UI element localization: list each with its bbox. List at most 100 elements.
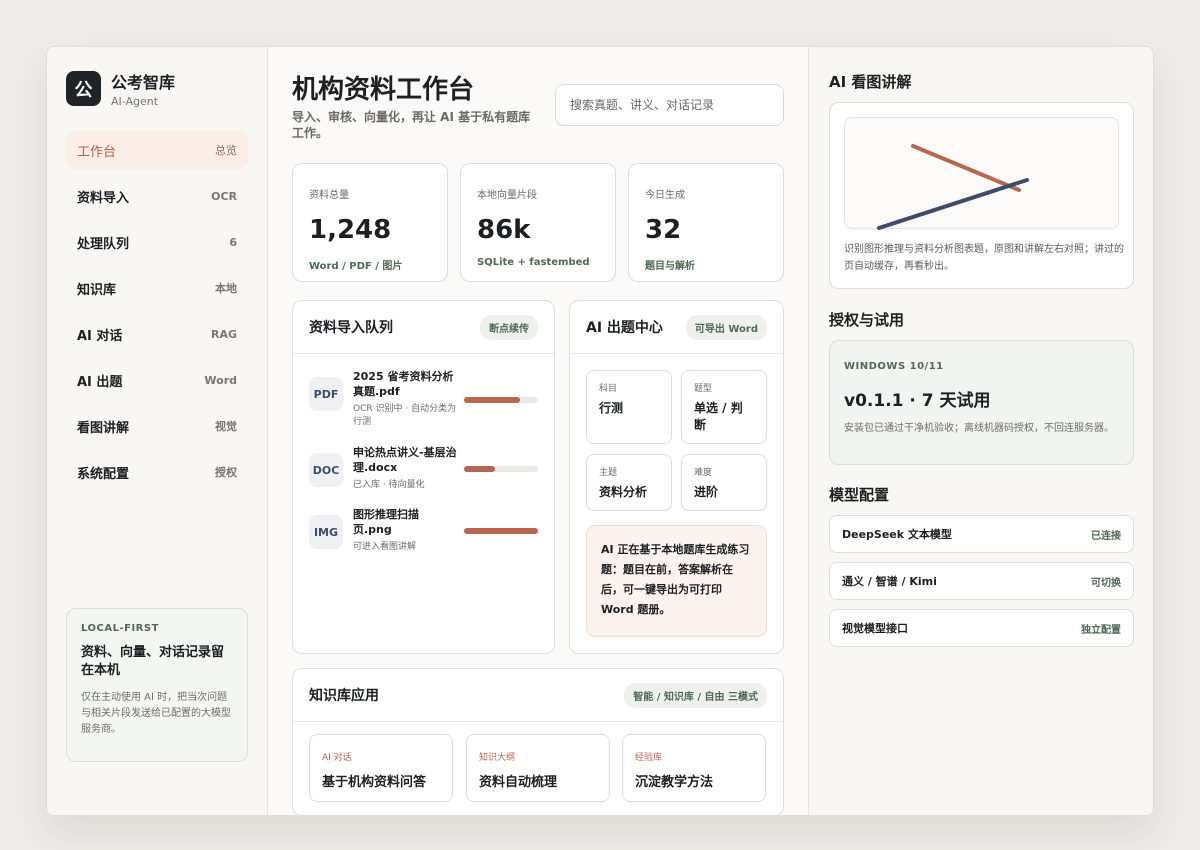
queue-progress-fill <box>464 528 538 534</box>
sidebar-item-tag: 本地 <box>215 282 237 295</box>
stat-card-total: 资料总量 1,248 Word / PDF / 图片 <box>292 163 448 282</box>
queue-item-status: 可进入看图讲解 <box>353 542 417 552</box>
brand-name: 公考智库 <box>111 73 176 92</box>
kb-card-tag: AI 对话 <box>322 753 352 763</box>
local-first-title: 资料、向量、对话记录留在本机 <box>81 645 225 678</box>
image-file-icon: IMG <box>309 515 343 549</box>
license-card: WINDOWS 10/11 v0.1.1 · 7 天试用 安装包已通过干净机验收… <box>829 340 1134 465</box>
vision-card[interactable]: 识别图形推理与资料分析图表题，原图和讲解左右对照；讲过的页自动缓存，再看秒出。 <box>829 102 1134 289</box>
queue-item[interactable]: DOC 申论热点讲义-基层治理.docx 已入库 · 待向量化 <box>309 445 457 492</box>
field-value: 进阶 <box>694 485 719 499</box>
import-queue-panel: 资料导入队列 断点续传 PDF 2025 省考资料分析真题.pdf OCR 识别… <box>292 300 555 654</box>
sidebar-nav: 工作台 总览 资料导入 OCR 处理队列 6 知识库 本地 AI 对话 RAG … <box>66 131 248 499</box>
queue-item-name: 申论热点讲义-基层治理.docx <box>353 446 457 474</box>
kb-card-tag: 经验库 <box>635 753 663 763</box>
kb-card-tag: 知识大纲 <box>479 753 516 763</box>
sidebar-item-label: AI 出题 <box>77 374 123 390</box>
field-label: 题型 <box>694 384 713 394</box>
model-status: 独立配置 <box>1081 624 1121 636</box>
license-eyebrow: WINDOWS 10/11 <box>844 361 944 372</box>
kb-card-experience[interactable]: 经验库 沉淀教学方法 <box>622 734 766 802</box>
kb-card-outline[interactable]: 知识大纲 资料自动梳理 <box>466 734 610 802</box>
queue-progress-bar <box>464 397 538 403</box>
sidebar-item-label: 系统配置 <box>77 466 130 482</box>
stat-value: 32 <box>645 215 682 245</box>
panel-title: 知识库应用 <box>309 688 379 704</box>
sidebar-item-tag: 6 <box>229 235 237 249</box>
sidebar-item-settings[interactable]: 系统配置 授权 <box>66 453 248 491</box>
sidebar-item-chat[interactable]: AI 对话 RAG <box>66 315 248 353</box>
model-row-tongyi[interactable]: 通义 / 智谱 / Kimi 可切换 <box>829 562 1134 600</box>
kb-card-chat[interactable]: AI 对话 基于机构资料问答 <box>309 734 453 802</box>
queue-item[interactable]: IMG 图形推理扫描页.png 可进入看图讲解 <box>309 507 457 554</box>
sidebar-item-question-gen[interactable]: AI 出题 Word <box>66 361 248 399</box>
difficulty-field[interactable]: 难度 进阶 <box>681 454 767 511</box>
model-row-deepseek[interactable]: DeepSeek 文本模型 已连接 <box>829 515 1134 553</box>
mode-badge: 智能 / 知识库 / 自由 三模式 <box>624 682 767 708</box>
kb-card-title: 基于机构资料问答 <box>322 775 427 790</box>
sidebar-item-queue[interactable]: 处理队列 6 <box>66 223 248 261</box>
stat-label: 资料总量 <box>309 190 349 201</box>
model-status: 可切换 <box>1091 577 1121 589</box>
stat-sub: SQLite + fastembed <box>477 257 590 268</box>
main-content: 机构资料工作台 导入、审核、向量化，再让 AI 基于私有题库工作。 资料总量 1… <box>268 47 809 815</box>
models-title: 模型配置 <box>829 486 890 504</box>
kb-card-title: 沉淀教学方法 <box>635 775 714 790</box>
page-title: 机构资料工作台 <box>292 75 475 105</box>
panel-title: 资料导入队列 <box>309 320 393 336</box>
field-value: 行测 <box>599 401 624 415</box>
search-input[interactable] <box>555 84 784 126</box>
question-type-field[interactable]: 题型 单选 / 判断 <box>681 370 767 444</box>
kb-card-title: 资料自动梳理 <box>479 775 558 790</box>
stat-sub: Word / PDF / 图片 <box>309 261 403 272</box>
stat-sub: 题目与解析 <box>645 261 695 272</box>
sidebar-item-tag: 授权 <box>215 466 237 479</box>
sidebar-item-knowledge[interactable]: 知识库 本地 <box>66 269 248 307</box>
sidebar-item-vision[interactable]: 看图讲解 视觉 <box>66 407 248 445</box>
panel-title: AI 出题中心 <box>586 320 663 336</box>
local-first-desc: 仅在主动使用 AI 时，把当次问题与相关片段发送给已配置的大模型服务商。 <box>81 692 231 735</box>
field-value: 资料分析 <box>599 485 648 499</box>
graph-preview-icon <box>877 144 1029 230</box>
brand: 公 公考智库 AI-Agent <box>66 69 175 108</box>
sidebar-item-tag: 视觉 <box>215 420 237 433</box>
queue-item-name: 2025 省考资料分析真题.pdf <box>353 370 454 398</box>
vision-title: AI 看图讲解 <box>829 73 912 91</box>
topic-field[interactable]: 主题 资料分析 <box>586 454 672 511</box>
sidebar: 公 公考智库 AI-Agent 工作台 总览 资料导入 OCR 处理队列 6 知… <box>47 47 268 815</box>
queue-item-status: OCR 识别中 · 自动分类为行测 <box>353 404 457 427</box>
queue-item[interactable]: PDF 2025 省考资料分析真题.pdf OCR 识别中 · 自动分类为行测 <box>309 369 457 429</box>
sidebar-item-tag: 总览 <box>215 144 237 157</box>
license-desc: 安装包已通过干净机验收；离线机器码授权，不回连服务器。 <box>844 423 1114 434</box>
right-panel: AI 看图讲解 识别图形推理与资料分析图表题，原图和讲解左右对照；讲过的页自动缓… <box>809 47 1153 815</box>
local-first-card: LOCAL-FIRST 资料、向量、对话记录留在本机 仅在主动使用 AI 时，把… <box>66 608 248 762</box>
question-gen-panel: AI 出题中心 可导出 Word 科目 行测 题型 单选 / 判断 主题 资料分… <box>569 300 784 654</box>
sidebar-item-label: 资料导入 <box>77 190 130 206</box>
field-label: 难度 <box>694 468 713 478</box>
queue-progress-fill <box>464 397 520 403</box>
queue-progress-fill <box>464 466 496 472</box>
model-row-vision[interactable]: 视觉模型接口 独立配置 <box>829 609 1134 647</box>
page-subtitle: 导入、审核、向量化，再让 AI 基于私有题库工作。 <box>292 110 531 140</box>
sidebar-item-label: 知识库 <box>77 282 117 298</box>
sidebar-item-import[interactable]: 资料导入 OCR <box>66 177 248 215</box>
sidebar-item-workbench[interactable]: 工作台 总览 <box>66 131 248 169</box>
stat-value: 86k <box>477 215 531 245</box>
sidebar-item-label: 处理队列 <box>77 236 130 252</box>
vision-desc: 识别图形推理与资料分析图表题，原图和讲解左右对照；讲过的页自动缓存，再看秒出。 <box>844 244 1124 272</box>
stat-card-vectors: 本地向量片段 86k SQLite + fastembed <box>460 163 616 282</box>
pdf-file-icon: PDF <box>309 377 343 411</box>
knowledge-apps-panel: 知识库应用 智能 / 知识库 / 自由 三模式 AI 对话 基于机构资料问答 知… <box>292 668 784 815</box>
model-name: 视觉模型接口 <box>842 622 908 635</box>
license-version: v0.1.1 · 7 天试用 <box>844 391 991 411</box>
stat-card-today: 今日生成 32 题目与解析 <box>628 163 784 282</box>
ai-generating-note: AI 正在基于本地题库生成练习题：题目在前，答案解析在后，可一键导出为可打印 W… <box>586 525 767 637</box>
stat-label: 今日生成 <box>645 190 685 201</box>
field-label: 科目 <box>599 384 618 394</box>
field-label: 主题 <box>599 468 618 478</box>
sidebar-item-tag: OCR <box>211 189 237 203</box>
export-word-badge[interactable]: 可导出 Word <box>685 314 767 340</box>
sidebar-item-label: AI 对话 <box>77 328 123 344</box>
subject-field[interactable]: 科目 行测 <box>586 370 672 444</box>
vision-preview <box>844 117 1119 230</box>
